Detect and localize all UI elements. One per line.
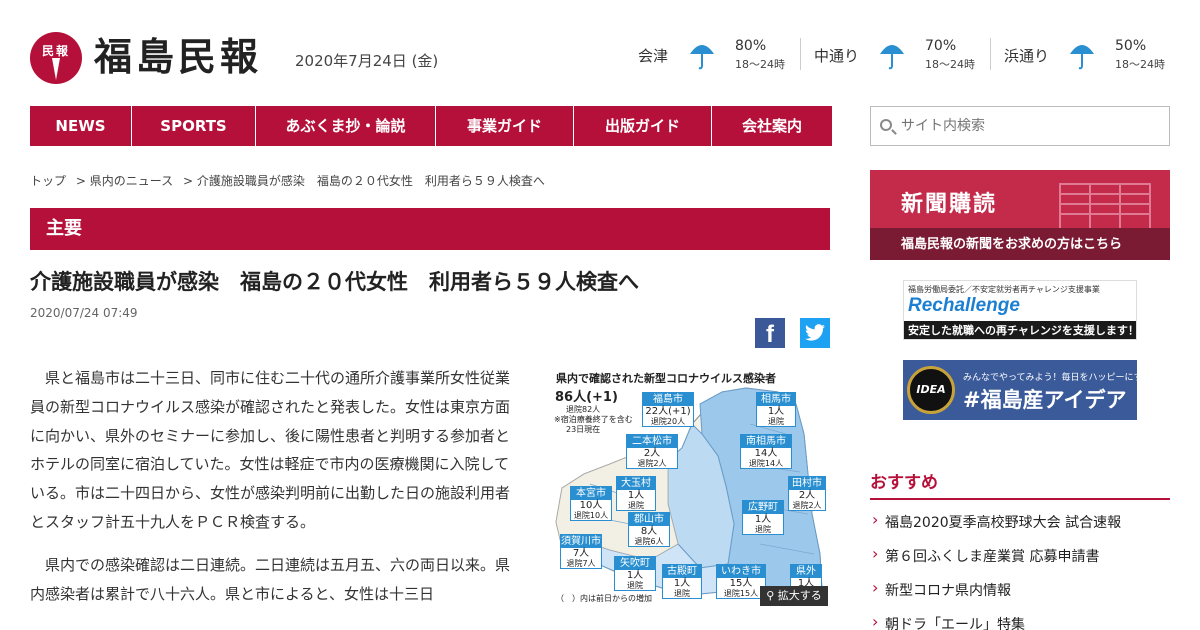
- nav-jigyo-guide[interactable]: 事業ガイド: [436, 106, 574, 146]
- weather-aizu: 会津 80% 18～24時: [638, 36, 798, 76]
- nav-abukuma[interactable]: あぶくま抄・論説: [256, 106, 436, 146]
- region-furudono: 古殿町 1人 退院: [662, 564, 702, 599]
- weather-hours: 18～24時: [735, 58, 785, 71]
- weather-area: 会津: [638, 47, 669, 65]
- recommend-item[interactable]: 福島2020夏季高校野球大会 試合速報: [870, 510, 1170, 546]
- main-nav: NEWS SPORTS あぶくま抄・論説 事業ガイド 出版ガイド 会社案内: [30, 106, 832, 146]
- region-koriyama: 郡山市 8人 退院6人: [628, 512, 670, 547]
- region-iwaki: いわき市 15人 退院15人: [716, 564, 766, 599]
- breadcrumb-current: > 介護施設職員が感染 福島の２０代女性 利用者ら５９人検査へ: [182, 174, 545, 188]
- region-fukushima: 福島市 22人(+1) 退院20人: [642, 392, 694, 427]
- weather-area: 中通り: [814, 47, 860, 65]
- search-icon[interactable]: [880, 119, 892, 131]
- building-icon: [1059, 183, 1151, 230]
- nav-shuppan-guide[interactable]: 出版ガイド: [574, 106, 712, 146]
- section-title: 主要: [30, 208, 830, 250]
- subscribe-title: 新聞購読: [901, 192, 998, 217]
- region-nihonmatsu: 二本松市 2人 退院2人: [626, 434, 678, 469]
- fukushima-idea-banner[interactable]: IDEA みんなでやってみよう！毎日をハッピーにする #福島産アイデア: [903, 360, 1137, 420]
- site-logo[interactable]: 民報 福島民報: [30, 30, 280, 84]
- zoom-button[interactable]: ⚲ 拡大する: [760, 586, 828, 606]
- banner-title: Rechallenge: [908, 295, 1020, 316]
- region-tamura: 田村市 2人 退院2人: [788, 476, 826, 511]
- recommend-list: 福島2020夏季高校野球大会 試合速報 第６回ふくしま産業賞 応募申請書 新型コ…: [870, 510, 1170, 630]
- figure-footnote: （ ）内は前日からの増加: [556, 594, 652, 603]
- infection-map-figure[interactable]: 県内で確認された新型コロナウイルス感染者 86人(+1) 退院82人 ※宿泊療養…: [550, 364, 830, 610]
- article-paragraph: 県内での感染確認は二日連続。二日連続は五月五、六の両日以来。県内感染者は累計で八…: [30, 555, 511, 603]
- weather-area: 浜通り: [1004, 47, 1050, 65]
- weather-nakadori: 中通り 70% 18～24時: [800, 36, 984, 76]
- weather-hours: 18～24時: [925, 58, 975, 71]
- umbrella-icon: [690, 45, 714, 70]
- region-minamisoma: 南相馬市 14人 退院14人: [740, 434, 792, 469]
- banner-title: #福島産アイデア: [963, 388, 1127, 412]
- article-body: 県と福島市は二十三日、同市に住む二十代の通所介護事業所女性従業員の新型コロナウイ…: [30, 364, 510, 622]
- facebook-share-icon[interactable]: f: [755, 318, 785, 348]
- search-input[interactable]: [901, 115, 1156, 137]
- region-otama: 大玉村 1人 退院: [616, 476, 656, 511]
- umbrella-icon: [1070, 45, 1094, 70]
- weather-pct: 70%: [925, 38, 957, 54]
- recommend-item[interactable]: 新型コロナ県内情報: [870, 578, 1170, 614]
- article-headline: 介護施設職員が感染 福島の２０代女性 利用者ら５９人検査へ: [30, 270, 639, 294]
- article-date: 2020/07/24 07:49: [30, 306, 138, 320]
- breadcrumb-local-news[interactable]: > 県内のニュース: [76, 174, 173, 188]
- recommend-item[interactable]: 朝ドラ「エール」特集: [870, 612, 1170, 630]
- figure-total: 86人(+1): [555, 390, 618, 405]
- nav-news[interactable]: NEWS: [30, 106, 132, 146]
- nav-company[interactable]: 会社案内: [712, 106, 832, 146]
- region-hirono: 広野町 1人 退院: [742, 500, 784, 535]
- recommend-item[interactable]: 第６回ふくしま産業賞 応募申請書: [870, 544, 1170, 580]
- subscribe-banner[interactable]: 新聞購読 福島民報の新聞をお求めの方はこちら: [870, 170, 1170, 260]
- breadcrumb: トップ > 県内のニュース > 介護施設職員が感染 福島の２０代女性 利用者ら５…: [30, 172, 551, 189]
- header-date: 2020年7月24日 (金): [295, 52, 439, 70]
- region-soma: 相馬市 1人 退院: [756, 392, 796, 427]
- rechallenge-banner[interactable]: 福島労働局委託／不安定就労者再チャレンジ支援事業 Rechallenge 安定し…: [903, 280, 1137, 340]
- banner-caption: 福島労働局委託／不安定就労者再チャレンジ支援事業: [908, 285, 1100, 294]
- recommend-heading: おすすめ: [870, 473, 938, 493]
- subscribe-subtitle: 福島民報の新聞をお求めの方はこちら: [901, 237, 1123, 252]
- weather-hamadori: 浜通り 50% 18～24時: [990, 36, 1174, 76]
- idea-badge-icon: IDEA: [907, 366, 955, 414]
- banner-caption: みんなでやってみよう！毎日をハッピーにする: [963, 373, 1137, 383]
- figure-title: 県内で確認された新型コロナウイルス感染者: [556, 372, 776, 385]
- region-motomiya: 本宮市 10人 退院10人: [570, 486, 612, 521]
- breadcrumb-top[interactable]: トップ: [30, 174, 66, 188]
- twitter-share-icon[interactable]: [800, 318, 830, 348]
- article-paragraph: 県と福島市は二十三日、同市に住む二十代の通所介護事業所女性従業員の新型コロナウイ…: [30, 369, 511, 531]
- banner-tagline: 安定した就職への再チャレンジを支援します！: [904, 321, 1136, 339]
- nav-sports[interactable]: SPORTS: [132, 106, 256, 146]
- region-sukagawa: 須賀川市 7人 退院7人: [560, 534, 602, 569]
- site-search: [870, 106, 1170, 146]
- weather-hours: 18～24時: [1115, 58, 1165, 71]
- region-yabuki: 矢吹町 1人 退院: [614, 556, 656, 591]
- weather-pct: 80%: [735, 38, 767, 54]
- logo-name: 福島民報: [94, 34, 263, 79]
- logo-mark-icon: 民報: [30, 32, 82, 84]
- figure-as-of: 23日現在: [566, 425, 601, 434]
- weather-pct: 50%: [1115, 38, 1147, 54]
- umbrella-icon: [880, 45, 904, 70]
- magnifier-icon: ⚲: [766, 589, 778, 602]
